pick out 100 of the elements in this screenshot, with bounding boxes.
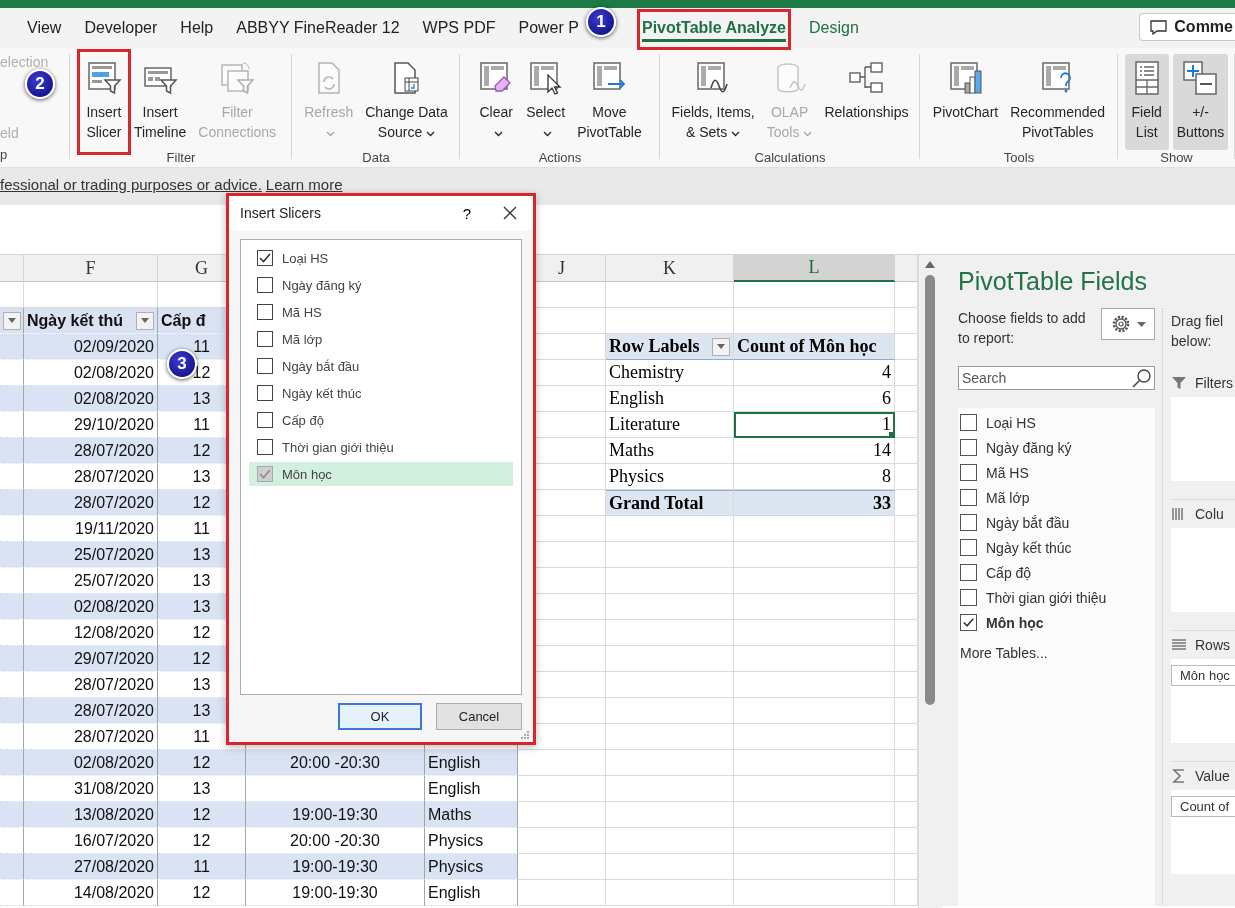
column-header[interactable]: F bbox=[24, 255, 158, 282]
field-label[interactable]: Cấp độ bbox=[282, 412, 324, 428]
checkbox[interactable] bbox=[257, 250, 273, 266]
ribbon-tab[interactable]: WPS PDF bbox=[422, 11, 496, 45]
hierarchy-icon bbox=[848, 60, 885, 96]
checkbox[interactable] bbox=[257, 439, 273, 455]
area-label: Value bbox=[1195, 768, 1230, 784]
table-cell: 12 bbox=[158, 750, 246, 776]
field-label[interactable]: Mã lớp bbox=[282, 331, 323, 347]
checkbox[interactable] bbox=[257, 304, 273, 320]
column-header[interactable]: K bbox=[606, 255, 734, 282]
ribbon-tab[interactable]: ABBYY FineReader 12 bbox=[236, 11, 400, 45]
checkbox[interactable] bbox=[960, 439, 977, 456]
ribbon-button[interactable]: Select bbox=[522, 54, 570, 150]
sheet-cell bbox=[0, 594, 24, 620]
field-chip[interactable]: Count of bbox=[1171, 796, 1235, 817]
field-label[interactable]: Loại HS bbox=[986, 414, 1036, 431]
checkbox[interactable] bbox=[960, 539, 977, 556]
table-filter-icon bbox=[85, 60, 122, 96]
checkbox[interactable] bbox=[257, 412, 273, 428]
table-cell: 28/07/2020 bbox=[24, 438, 158, 464]
field-chip[interactable]: Môn học bbox=[1171, 665, 1235, 686]
field-label[interactable]: Mã lớp bbox=[986, 489, 1030, 506]
field-label[interactable]: Cấp độ bbox=[986, 564, 1032, 581]
checkbox[interactable] bbox=[257, 277, 273, 293]
checkbox[interactable] bbox=[960, 514, 977, 531]
field-label[interactable]: Ngày kết thúc bbox=[282, 385, 362, 401]
field-label[interactable]: Loại HS bbox=[282, 250, 329, 266]
table-cell: English bbox=[425, 750, 518, 776]
checkbox[interactable] bbox=[960, 489, 977, 506]
close-icon bbox=[503, 206, 517, 220]
field-label[interactable]: Ngày kết thúc bbox=[986, 539, 1072, 556]
ribbon-button[interactable]: Recommended PivotTables bbox=[1006, 54, 1110, 150]
dialog-button[interactable]: OK bbox=[338, 703, 422, 730]
field-label[interactable]: Ngày đăng ký bbox=[986, 439, 1072, 456]
field-label[interactable]: Môn học bbox=[986, 614, 1044, 631]
comments-button[interactable]: Comme bbox=[1139, 13, 1235, 41]
table-cell: 02/09/2020 bbox=[24, 334, 158, 360]
checkbox[interactable] bbox=[257, 358, 273, 374]
ribbon-tab[interactable]: Developer bbox=[84, 11, 158, 45]
checkbox[interactable] bbox=[960, 464, 977, 481]
selected-cell[interactable]: 1 bbox=[734, 412, 895, 438]
ribbon-button[interactable]: Change Data Source bbox=[361, 54, 452, 150]
scrollbar-thumb[interactable] bbox=[925, 275, 935, 705]
field-label[interactable]: Ngày bắt đầu bbox=[282, 358, 360, 374]
resize-grip-icon bbox=[520, 730, 530, 740]
checkbox[interactable] bbox=[257, 385, 273, 401]
filter-dropdown-button[interactable] bbox=[712, 337, 730, 356]
dialog-button[interactable]: Cancel bbox=[436, 703, 522, 730]
ribbon-button[interactable]: Relationships bbox=[820, 54, 913, 150]
sheet-cell bbox=[0, 698, 24, 724]
dialog-title: Insert Slicers bbox=[240, 205, 322, 221]
more-tables-link[interactable]: More Tables... bbox=[958, 645, 1048, 661]
table-cell: 19:00-19:30 bbox=[246, 854, 425, 880]
pivot-total-cell: Grand Total bbox=[606, 490, 734, 516]
checkbox[interactable] bbox=[960, 614, 977, 631]
help-button[interactable]: ? bbox=[447, 204, 487, 222]
field-label[interactable]: Thời gian giới thiệu bbox=[986, 589, 1107, 606]
settings-icon bbox=[1110, 314, 1131, 334]
field-label[interactable]: Mã HS bbox=[986, 464, 1029, 481]
table-cell: 28/07/2020 bbox=[24, 698, 158, 724]
search-field[interactable]: Search bbox=[958, 366, 1155, 390]
table-cell: 14/08/2020 bbox=[24, 880, 158, 906]
filter-dropdown-button[interactable] bbox=[136, 311, 154, 330]
ribbon-button[interactable]: Clear bbox=[474, 54, 519, 150]
pane-title: PivotTable Fields bbox=[958, 267, 1148, 296]
scroll-up-icon[interactable] bbox=[925, 261, 935, 268]
ribbon-button[interactable]: Field List bbox=[1124, 54, 1169, 150]
speech-bubble-icon bbox=[1150, 19, 1168, 35]
table-cell: 11 bbox=[158, 854, 246, 880]
ribbon-button[interactable]: +/- Buttons bbox=[1172, 54, 1229, 150]
ribbon-tab[interactable]: Help bbox=[180, 11, 214, 45]
field-label[interactable]: Ngày đăng ký bbox=[282, 277, 362, 293]
checkbox[interactable] bbox=[960, 564, 977, 581]
checkbox[interactable] bbox=[960, 414, 977, 431]
field-label[interactable]: Ngày bắt đầu bbox=[986, 514, 1070, 531]
ribbon-tab[interactable]: Design bbox=[809, 11, 859, 45]
sheet-cell bbox=[0, 542, 24, 568]
ribbon-button[interactable]: Fields, Items, & Sets bbox=[667, 54, 759, 150]
caret-icon bbox=[8, 318, 16, 323]
checkbox[interactable] bbox=[257, 331, 273, 347]
pivot-header: Count of Môn học bbox=[734, 334, 895, 360]
checkbox[interactable] bbox=[960, 589, 977, 606]
settings-button[interactable] bbox=[1101, 308, 1155, 340]
group-label: Actions bbox=[537, 150, 583, 166]
ribbon-button[interactable]: PivotChart bbox=[928, 54, 1003, 150]
group-label: Data bbox=[361, 150, 391, 166]
ribbon-tab[interactable]: View bbox=[27, 11, 62, 45]
field-label[interactable]: Thời gian giới thiệu bbox=[282, 439, 394, 455]
ribbon-button[interactable]: Move PivotTable bbox=[573, 54, 646, 150]
ribbon-button[interactable]: Insert Slicer bbox=[81, 54, 126, 150]
column-header[interactable]: L bbox=[734, 255, 895, 282]
ribbon-tab[interactable]: PivotTable Analyze bbox=[641, 11, 786, 45]
ribbon-tab[interactable]: Power P bbox=[518, 11, 579, 45]
learn-more-link[interactable]: Learn more bbox=[265, 176, 343, 193]
caret-icon bbox=[1136, 321, 1146, 327]
field-label[interactable]: Mã HS bbox=[282, 304, 322, 320]
ribbon-button[interactable]: Insert Timeline bbox=[129, 54, 191, 150]
table-cell: 19:00-19:30 bbox=[246, 802, 425, 828]
pivot-cell: Literature bbox=[606, 412, 734, 438]
